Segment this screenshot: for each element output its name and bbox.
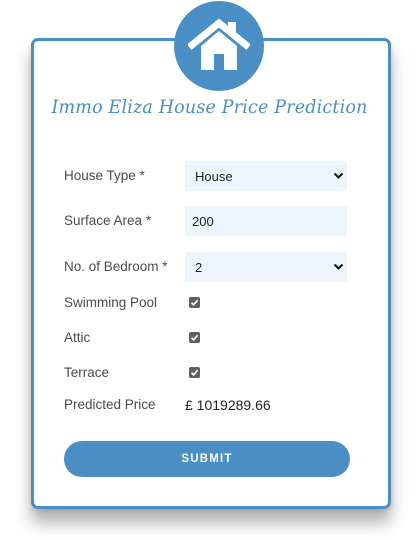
bedrooms-value: 2 <box>195 259 203 275</box>
page-title: Immo Eliza House Price Prediction <box>51 96 368 118</box>
surface-area-value: 200 <box>192 213 214 229</box>
predicted-price-value: £ 1019289.66 <box>185 397 271 413</box>
predicted-price-label: Predicted Price <box>64 397 156 412</box>
chevron-down-icon <box>333 172 344 179</box>
chevron-down-icon <box>333 263 344 270</box>
bedrooms-select[interactable]: 2 <box>185 252 347 282</box>
attic-label: Attic <box>64 330 91 345</box>
logo-badge <box>174 1 264 91</box>
terrace-label: Terrace <box>64 365 110 380</box>
checkmark-icon <box>190 299 199 306</box>
page: Immo Eliza House Price Prediction House … <box>0 0 419 540</box>
swimming-pool-checkbox[interactable] <box>189 297 200 308</box>
terrace-checkbox[interactable] <box>189 367 200 378</box>
checkmark-icon <box>190 334 199 341</box>
house-type-select[interactable]: House <box>185 161 347 191</box>
house-icon <box>188 18 250 70</box>
bedrooms-label: No. of Bedroom * <box>64 259 168 274</box>
surface-area-label: Surface Area * <box>64 213 152 228</box>
attic-checkbox[interactable] <box>189 332 200 343</box>
swimming-pool-label: Swimming Pool <box>64 295 158 310</box>
surface-area-input[interactable]: 200 <box>185 206 347 236</box>
house-type-value: House <box>195 168 233 184</box>
checkmark-icon <box>190 369 199 376</box>
house-type-label: House Type * <box>64 168 145 183</box>
submit-button[interactable]: SUBMIT <box>64 441 350 477</box>
